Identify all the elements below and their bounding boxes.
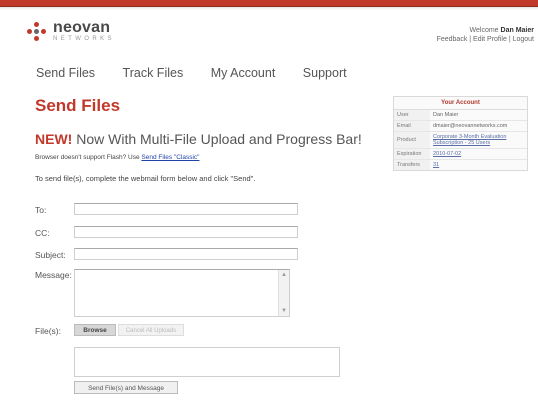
logo-dots-icon — [27, 22, 47, 42]
brand-subtitle: NETWORKS — [53, 36, 115, 42]
account-panel-title: Your Account — [394, 97, 527, 110]
cc-label: CC: — [35, 228, 50, 238]
user-name: Dan Maier — [500, 27, 534, 34]
page-title: Send Files — [35, 96, 121, 115]
upload-progress-box — [74, 347, 340, 377]
account-row-value: dmaier@neovannetworks.com — [433, 123, 508, 129]
account-row-key: Expiration — [394, 149, 430, 159]
instructions: To send file(s), complete the webmail fo… — [35, 174, 256, 183]
message-scrollbar[interactable]: ▲ ▼ — [278, 270, 289, 316]
to-label: To: — [35, 205, 47, 215]
account-row: Transfers 31 — [394, 160, 527, 170]
scroll-down-icon[interactable]: ▼ — [280, 307, 288, 315]
browse-button[interactable]: Browse — [74, 324, 116, 336]
message-textarea[interactable]: ▲ ▼ — [74, 269, 290, 317]
scroll-up-icon[interactable]: ▲ — [280, 271, 288, 279]
account-row-key: Product — [394, 132, 430, 148]
brand-name: neovan — [53, 19, 111, 36]
classic-link[interactable]: Send Files "Classic" — [141, 154, 199, 161]
main-nav: Send Files Track Files My Account Suppor… — [36, 66, 371, 80]
top-accent-bar — [0, 0, 538, 7]
nav-my-account[interactable]: My Account — [211, 66, 276, 80]
send-button[interactable]: Send File(s) and Message — [74, 381, 178, 394]
account-panel: Your Account User Dan Maier Email dmaier… — [393, 96, 528, 171]
account-row-key: Transfers — [394, 160, 430, 170]
subject-field[interactable] — [74, 248, 298, 260]
subject-label: Subject: — [35, 250, 66, 260]
account-row: Expiration 2010-07-02 — [394, 149, 527, 160]
expiration-link[interactable]: 2010-07-02 — [430, 150, 527, 158]
files-label: File(s): — [35, 326, 61, 336]
account-row: User Dan Maier — [394, 110, 527, 121]
nav-track-files[interactable]: Track Files — [123, 66, 184, 80]
nav-support[interactable]: Support — [303, 66, 347, 80]
nav-send-files[interactable]: Send Files — [36, 66, 95, 80]
welcome-panel: Welcome Dan Maier Feedback | Edit Profil… — [437, 26, 534, 44]
product-link[interactable]: Corporate 3-Month Evaluation Subscriptio… — [430, 133, 527, 147]
message-label: Message: — [35, 270, 72, 280]
feature-subtitle: Now With Multi-File Upload and Progress … — [76, 131, 362, 147]
cancel-all-uploads-button[interactable]: Cancel All Uploads — [118, 324, 184, 336]
account-row-key: User — [394, 110, 430, 120]
top-shadow — [0, 7, 538, 10]
flash-note: Browser doesn't support Flash? Use Send … — [35, 154, 199, 161]
to-field[interactable] — [74, 203, 298, 215]
account-row-value: Dan Maier — [433, 112, 459, 118]
account-row-key: Email — [394, 121, 430, 131]
cc-field[interactable] — [74, 226, 298, 238]
feature-headline: NEW! Now With Multi-File Upload and Prog… — [35, 131, 362, 147]
account-row: Email dmaier@neovannetworks.com — [394, 121, 527, 132]
account-row: Product Corporate 3-Month Evaluation Sub… — [394, 132, 527, 149]
transfers-link[interactable]: 31 — [430, 161, 527, 169]
welcome-prefix: Welcome — [469, 27, 499, 34]
account-links[interactable]: Feedback | Edit Profile | Logout — [437, 35, 534, 44]
flash-note-text: Browser doesn't support Flash? Use — [35, 154, 140, 161]
new-tag: NEW! — [35, 131, 73, 147]
